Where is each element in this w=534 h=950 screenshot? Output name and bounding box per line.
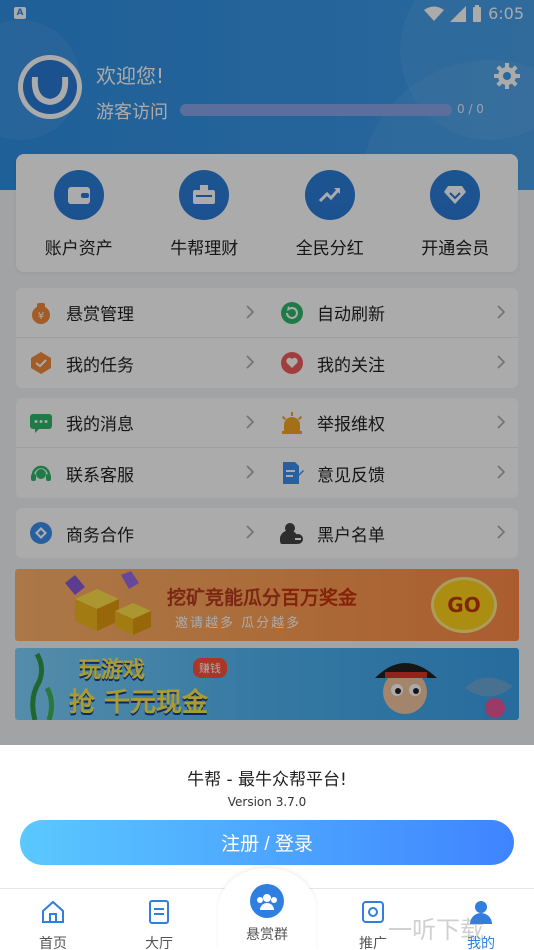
login-sheet: 牛帮 - 最牛众帮平台! Version 3.7.0 注册 / 登录 — [0, 745, 534, 888]
tab-label: 大厅 — [145, 936, 173, 950]
tab-home[interactable]: 首页 — [0, 889, 106, 950]
group-icon — [257, 894, 277, 910]
home-icon — [42, 900, 64, 923]
watermark: 一听下载 — [388, 916, 484, 944]
tab-label: 悬赏群 — [246, 927, 288, 943]
register-login-button[interactable]: 注册 / 登录 — [20, 820, 514, 865]
tab-label: 首页 — [39, 936, 67, 950]
tab-hall[interactable]: 大厅 — [106, 889, 212, 950]
tab-reward-group[interactable]: 悬赏群 — [218, 876, 316, 944]
dim-overlay[interactable] — [0, 0, 534, 745]
promote-icon — [362, 901, 384, 923]
version-text: Version 3.7.0 — [227, 795, 307, 809]
sheet-title: 牛帮 - 最牛众帮平台! — [187, 770, 347, 790]
hall-icon — [149, 900, 169, 924]
